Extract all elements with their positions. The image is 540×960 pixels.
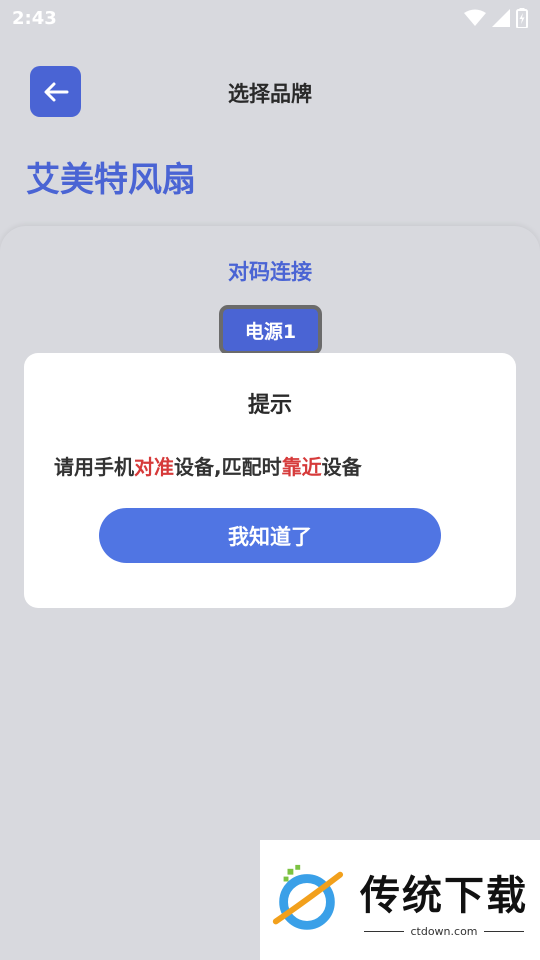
- watermark: 传统下载 ctdown.com: [260, 840, 540, 960]
- watermark-brand: 传统下载: [360, 872, 528, 919]
- watermark-url-row: ctdown.com: [364, 924, 524, 938]
- message-part: 设备: [321, 455, 362, 479]
- dialog-message: 请用手机对准设备,匹配时靠近设备: [54, 451, 496, 480]
- dialog-title: 提示: [247, 393, 292, 418]
- message-highlight: 对准: [134, 455, 174, 479]
- message-part: 请用手机: [54, 455, 134, 479]
- tip-dialog: 提示 请用手机对准设备,匹配时靠近设备 我知道了: [24, 353, 516, 608]
- ctdown-logo-icon: [272, 864, 344, 930]
- message-part: 设备,匹配时: [174, 455, 282, 479]
- message-highlight: 靠近: [281, 455, 322, 479]
- got-it-button[interactable]: 我知道了: [99, 508, 441, 563]
- watermark-url: ctdown.com: [410, 924, 478, 938]
